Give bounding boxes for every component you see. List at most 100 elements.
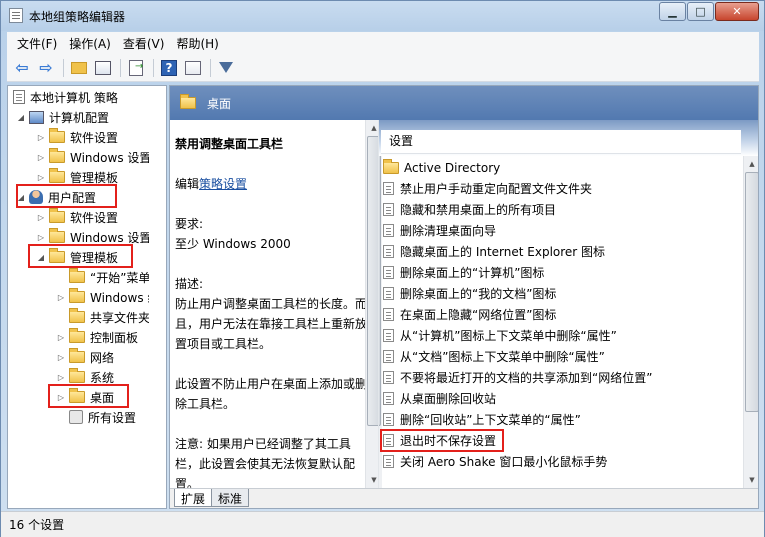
setting-label: 删除清理桌面向导 (400, 224, 497, 238)
tree-label: Windows 设置 (70, 150, 152, 165)
expand-arrow-icon[interactable]: ▷ (56, 353, 66, 362)
folder-icon (69, 348, 85, 363)
help-button[interactable]: ? (158, 57, 180, 79)
expand-arrow-icon[interactable]: ▷ (36, 153, 46, 162)
scroll-up-icon[interactable]: ▲ (744, 156, 758, 172)
menu-action[interactable]: 操作(A) (63, 35, 117, 52)
up-button[interactable] (68, 57, 90, 79)
policy-setting-icon (383, 266, 394, 279)
policy-setting-icon (383, 203, 394, 216)
tree-label: 计算机配置 (49, 110, 110, 125)
tree-node-root[interactable]: 本地计算机 策略 (10, 87, 118, 107)
setting-label: 禁止用户手动重定向配置文件文件夹 (400, 182, 593, 196)
settings-row[interactable]: 从“计算机”图标上下文菜单中删除“属性” (383, 325, 617, 346)
settings-row[interactable]: 禁止用户手动重定向配置文件文件夹 (383, 178, 592, 199)
settings-scrollbar[interactable]: ▲ ▼ (743, 156, 758, 488)
scroll-thumb[interactable] (745, 172, 758, 412)
policy-title: 禁用调整桌面工具栏 (175, 137, 284, 151)
settings-row[interactable]: 从桌面删除回收站 (383, 388, 496, 409)
tree-node-cc-software[interactable]: ▷ 软件设置 (36, 127, 118, 147)
settings-row[interactable]: 隐藏桌面上的 Internet Explorer 图标 (383, 241, 605, 262)
highlight-box-no-save-on-exit (380, 429, 504, 452)
settings-row[interactable]: 删除桌面上的“计算机”图标 (383, 262, 544, 283)
folder-icon (383, 158, 399, 174)
status-text: 16 个设置 (9, 518, 65, 532)
settings-row[interactable]: 在桌面上隐藏“网络位置”图标 (383, 304, 556, 325)
tree-node-uc-software[interactable]: ▷ 软件设置 (36, 207, 118, 227)
tree-pane[interactable]: 本地计算机 策略 ◢ 计算机配置 ▷ 软件设置 ▷ Windows 设置 ▷ 管… (7, 85, 167, 509)
menu-help[interactable]: 帮助(H) (170, 35, 224, 52)
expand-arrow-icon[interactable]: ▷ (56, 373, 66, 382)
description-warning: 注意: 如果用户已经调整了其工具栏，此设置会使其无法恢复默认配置。 (175, 437, 356, 491)
tree-node-all-settings[interactable]: 所有设置 (66, 407, 136, 427)
requirements-label: 要求: (175, 217, 204, 231)
show-hide-tree-button[interactable] (92, 57, 114, 79)
setting-label: 删除桌面上的“我的文档”图标 (400, 287, 557, 301)
expand-arrow-icon[interactable]: ▷ (36, 133, 46, 142)
tree-node-windows-components[interactable]: ▷ Windows 组 (56, 287, 159, 307)
menu-view[interactable]: 查看(V) (117, 35, 171, 52)
tree-node-cc-windows[interactable]: ▷ Windows 设置 (36, 147, 151, 167)
tree-node-control-panel[interactable]: ▷ 控制面板 (56, 327, 138, 347)
settings-row[interactable]: 隐藏和禁用桌面上的所有项目 (383, 199, 556, 220)
settings-row[interactable]: 删除清理桌面向导 (383, 220, 496, 241)
export-list-button[interactable] (125, 57, 147, 79)
expand-arrow-icon[interactable]: ▷ (36, 173, 46, 182)
settings-header-bg: 设置 (379, 120, 758, 156)
settings-row-active-directory[interactable]: Active Directory (383, 157, 500, 178)
policy-setting-icon (383, 287, 394, 300)
scroll-down-icon[interactable]: ▼ (744, 472, 758, 488)
maximize-button[interactable]: □ (687, 2, 714, 21)
expand-arrow-icon[interactable]: ▷ (36, 213, 46, 222)
tab-extended[interactable]: 扩展 (174, 489, 213, 507)
content-header: 桌面 (170, 86, 758, 120)
settings-row[interactable]: 关闭 Aero Shake 窗口最小化鼠标手势 (383, 451, 607, 472)
tree-label: 本地计算机 策略 (30, 90, 118, 105)
edit-prefix: 编辑 (175, 177, 200, 191)
setting-label: 从“计算机”图标上下文菜单中删除“属性” (400, 329, 617, 343)
description-note: 此设置不防止用户在桌面上添加或删除工具栏。 (175, 377, 368, 411)
folder-icon (49, 208, 65, 223)
tab-standard[interactable]: 标准 (211, 489, 250, 507)
back-button[interactable]: ⇦ (11, 57, 33, 79)
expand-arrow-icon[interactable]: ▷ (56, 293, 66, 302)
policy-setting-icon (383, 182, 394, 195)
properties-button[interactable] (182, 57, 204, 79)
policy-setting-icon (383, 413, 394, 426)
expand-arrow-icon[interactable]: ▷ (36, 233, 46, 242)
back-icon: ⇦ (15, 58, 29, 77)
setting-label: 不要将最近打开的文档的共享添加到“网络位置” (400, 371, 653, 385)
minimize-button[interactable]: ▁ (659, 2, 686, 21)
settings-row[interactable]: 从“文档”图标上下文菜单中删除“属性” (383, 346, 605, 367)
tree-node-start-menu[interactable]: “开始”菜单 (56, 267, 150, 287)
tree-label: 控制面板 (90, 330, 139, 345)
setting-label: 从“文档”图标上下文菜单中删除“属性” (400, 350, 605, 364)
forward-button[interactable]: ⇨ (35, 57, 57, 79)
title-bar[interactable]: 本地组策略编辑器 ▁ □ ✕ (1, 1, 764, 31)
tree-node-network[interactable]: ▷ 网络 (56, 347, 114, 367)
policy-setting-icon (383, 371, 394, 384)
close-button[interactable]: ✕ (715, 2, 759, 21)
collapse-arrow-icon[interactable]: ◢ (16, 113, 26, 122)
description-label: 描述: (175, 277, 204, 291)
all-settings-icon (69, 410, 83, 424)
tree-node-computer-config[interactable]: ◢ 计算机配置 (16, 107, 109, 127)
policy-setting-icon (383, 392, 394, 405)
tree-label: 软件设置 (70, 210, 119, 225)
settings-row[interactable]: 删除“回收站”上下文菜单的“属性” (383, 409, 581, 430)
settings-column-header[interactable]: 设置 (381, 130, 741, 154)
settings-row[interactable]: 删除桌面上的“我的文档”图标 (383, 283, 556, 304)
settings-row[interactable]: 不要将最近打开的文档的共享添加到“网络位置” (383, 367, 652, 388)
menu-file[interactable]: 文件(F) (11, 35, 63, 52)
tree-label: 所有设置 (88, 410, 137, 425)
expand-arrow-icon[interactable]: ▷ (56, 333, 66, 342)
filter-button[interactable] (215, 57, 237, 79)
edit-policy-link[interactable]: 策略设置 (199, 177, 247, 191)
export-list-icon (129, 59, 143, 76)
toolbar-separator (63, 58, 64, 77)
tree-node-shared-folders[interactable]: 共享文件夹 (56, 307, 150, 327)
window-title: 本地组策略编辑器 (29, 10, 126, 24)
view-tabs: 扩展 标准 (170, 488, 758, 508)
forward-icon: ⇨ (39, 58, 53, 77)
description-panel: 禁用调整桌面工具栏 编辑策略设置 要求: 至少 Windows 2000 描述:… (170, 120, 375, 491)
